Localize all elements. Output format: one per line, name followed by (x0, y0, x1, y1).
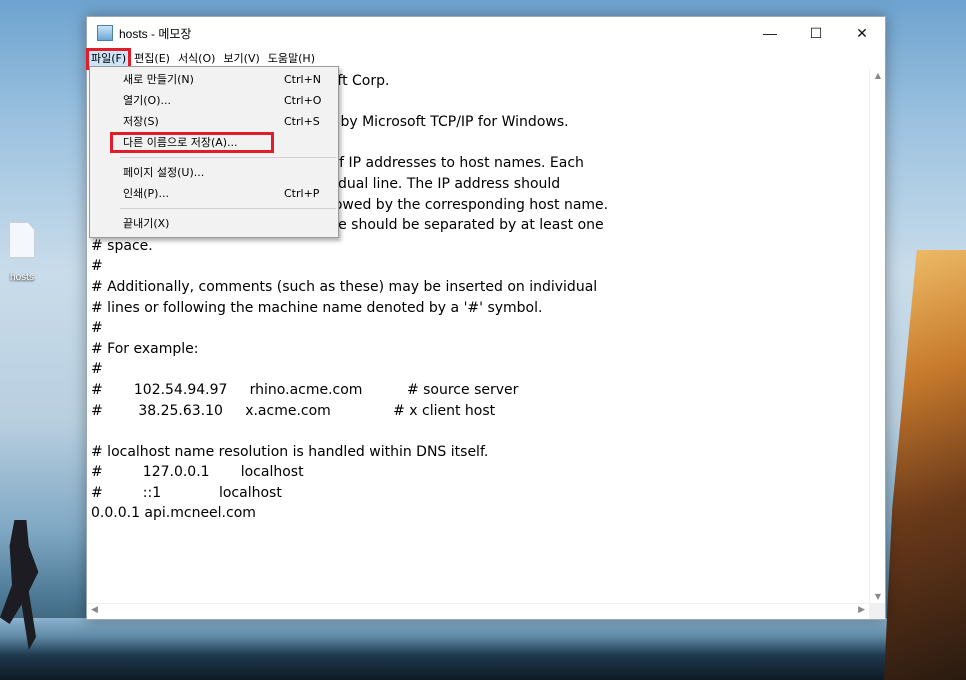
scroll-down-icon[interactable]: ▼ (870, 592, 886, 601)
resize-grip[interactable] (869, 603, 885, 619)
menu-item-exit[interactable]: 끝내기(X) (90, 213, 338, 234)
scroll-right-icon[interactable]: ▶ (858, 605, 865, 615)
desktop-file-icon-hosts[interactable]: hosts (2, 222, 42, 284)
menu-item-shortcut: Ctrl+N (284, 73, 322, 86)
menu-item-label: 열기(O)... (123, 94, 171, 107)
menu-item-shortcut: Ctrl+P (284, 187, 320, 200)
menu-item-label: 새로 만들기(N) (123, 73, 194, 86)
minimize-button[interactable]: — (747, 17, 793, 49)
window-title: hosts - 메모장 (119, 26, 192, 41)
menu-item-page-setup[interactable]: 페이지 설정(U)... (90, 162, 338, 183)
menu-item-save[interactable]: 저장(S) Ctrl+S (90, 111, 338, 132)
maximize-button[interactable]: ☐ (793, 17, 839, 49)
vertical-scrollbar[interactable]: ▲ ▼ (869, 69, 885, 603)
menu-item-label: 페이지 설정(U)... (123, 166, 205, 179)
desktop-background (0, 618, 966, 680)
menu-item-label: 다른 이름으로 저장(A)... (123, 136, 238, 149)
scroll-left-icon[interactable]: ◀ (91, 605, 98, 615)
menu-item-new[interactable]: 새로 만들기(N) Ctrl+N (90, 69, 338, 90)
menu-item-label: 끝내기(X) (123, 217, 170, 230)
file-icon (9, 222, 35, 258)
menu-item-shortcut: Ctrl+O (284, 94, 322, 107)
horizontal-scrollbar[interactable]: ◀ ▶ (87, 603, 869, 619)
menu-item-shortcut: Ctrl+S (284, 115, 320, 128)
menu-item-save-as[interactable]: 다른 이름으로 저장(A)... (110, 132, 274, 153)
file-menu-dropdown: 새로 만들기(N) Ctrl+N 열기(O)... Ctrl+O 저장(S) C… (89, 66, 339, 238)
menu-item-label: 저장(S) (123, 115, 159, 128)
desktop-wallpaper-rock (884, 250, 966, 680)
close-button[interactable]: ✕ (839, 17, 885, 49)
scroll-up-icon[interactable]: ▲ (870, 71, 886, 80)
notepad-app-icon (97, 25, 113, 41)
menu-separator (120, 208, 336, 209)
menu-separator (120, 157, 336, 158)
menu-item-print[interactable]: 인쇄(P)... Ctrl+P (90, 183, 338, 204)
title-bar[interactable]: hosts - 메모장 — ☐ ✕ (87, 17, 885, 49)
menu-item-open[interactable]: 열기(O)... Ctrl+O (90, 90, 338, 111)
menu-item-label: 인쇄(P)... (123, 187, 169, 200)
desktop-icon-label: hosts (10, 272, 34, 283)
